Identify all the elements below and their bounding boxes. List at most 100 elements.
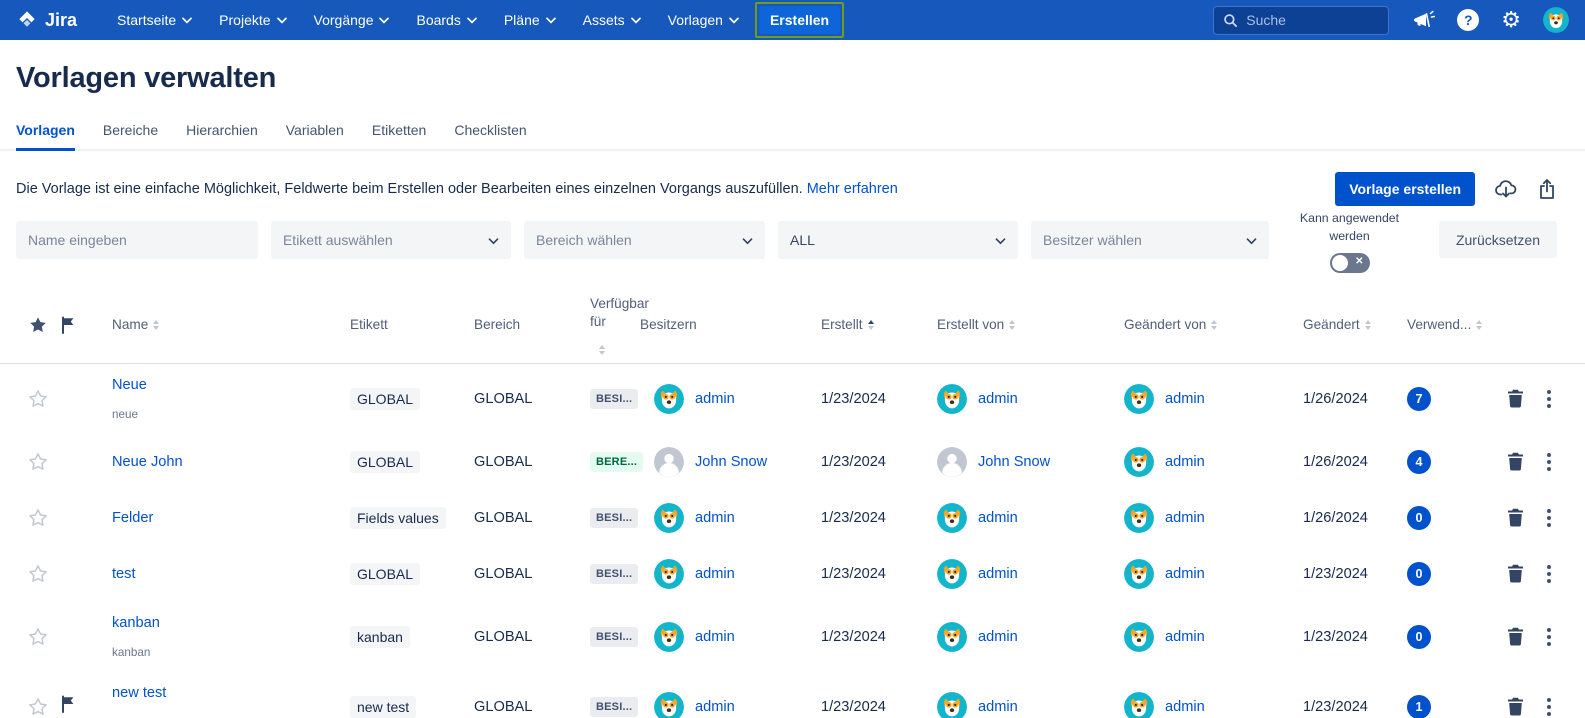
owner-filter-select[interactable]: Besitzer wählen xyxy=(1031,221,1269,259)
tab-bereiche[interactable]: Bereiche xyxy=(103,122,158,151)
jira-logo-text: Jira xyxy=(45,10,77,31)
created-by-link[interactable]: admin xyxy=(978,566,1018,582)
chevron-down-icon xyxy=(742,232,753,248)
favorite-star-icon[interactable] xyxy=(27,563,49,585)
modified-by-link[interactable]: admin xyxy=(1165,454,1205,470)
table-row: kanban kanban kanban GLOBAL BESI... admi… xyxy=(0,602,1585,672)
modified-by-link[interactable]: admin xyxy=(1165,510,1205,526)
tab-etiketten[interactable]: Etiketten xyxy=(372,122,426,151)
navbar-right-cluster: ? ⚙ xyxy=(1213,6,1569,35)
help-icon[interactable]: ? xyxy=(1457,9,1479,31)
delete-trash-icon[interactable] xyxy=(1507,508,1524,527)
favorite-star-icon[interactable] xyxy=(27,626,49,648)
scope-value: GLOBAL xyxy=(460,699,576,715)
column-header-etikett: Etikett xyxy=(336,317,460,332)
column-header-erstellt[interactable]: Erstellt xyxy=(807,317,923,332)
tab-variablen[interactable]: Variablen xyxy=(286,122,344,151)
flag-column-flag-icon[interactable] xyxy=(60,316,98,334)
can-apply-toggle[interactable]: ✕ xyxy=(1330,253,1370,273)
nav-item-startseite[interactable]: Startseite xyxy=(117,12,192,28)
column-header-geaendert[interactable]: Geändert xyxy=(1289,317,1393,332)
delete-trash-icon[interactable] xyxy=(1507,564,1524,583)
jira-logo[interactable]: Jira xyxy=(16,9,77,31)
label-tag: new test xyxy=(350,696,416,718)
modified-by-avatar xyxy=(1124,447,1154,477)
created-by-link[interactable]: admin xyxy=(978,699,1018,715)
delete-trash-icon[interactable] xyxy=(1507,452,1524,471)
row-menu-kebab-icon[interactable] xyxy=(1545,507,1553,529)
created-by-link[interactable]: John Snow xyxy=(978,454,1050,470)
nav-item-boards[interactable]: Boards xyxy=(416,12,476,28)
scope-filter-select[interactable]: Bereich wählen xyxy=(524,221,765,259)
favorite-star-icon[interactable] xyxy=(27,696,49,718)
vorlage-erstellen-button[interactable]: Vorlage erstellen xyxy=(1335,172,1475,206)
favorite-star-icon[interactable] xyxy=(27,451,49,473)
favorite-star-icon[interactable] xyxy=(27,388,49,410)
nav-item-assets[interactable]: Assets xyxy=(583,12,641,28)
column-header-erstellt-von[interactable]: Erstellt von xyxy=(923,317,1110,332)
owner-link[interactable]: admin xyxy=(695,510,735,526)
column-header-geaendert-von[interactable]: Geändert von xyxy=(1110,317,1289,332)
tab-checklisten[interactable]: Checklisten xyxy=(454,122,526,151)
owner-link[interactable]: admin xyxy=(695,566,735,582)
nav-item-vorgaenge[interactable]: Vorgänge xyxy=(314,12,390,28)
label-filter-select[interactable]: Etikett auswählen xyxy=(271,221,511,259)
label-tag: GLOBAL xyxy=(350,388,420,410)
column-header-verwendet[interactable]: Verwend... xyxy=(1393,317,1475,332)
modified-by-link[interactable]: admin xyxy=(1165,566,1205,582)
row-menu-kebab-icon[interactable] xyxy=(1545,388,1553,410)
delete-trash-icon[interactable] xyxy=(1507,627,1524,646)
announcements-megaphone-icon[interactable] xyxy=(1411,9,1435,31)
user-avatar[interactable] xyxy=(1543,7,1569,33)
mehr-erfahren-link[interactable]: Mehr erfahren xyxy=(807,181,898,197)
created-by-link[interactable]: admin xyxy=(978,629,1018,645)
available-for-badge: BERE... xyxy=(590,452,643,472)
column-header-name[interactable]: Name xyxy=(98,317,336,332)
row-menu-kebab-icon[interactable] xyxy=(1545,626,1553,648)
template-name-link[interactable]: new test xyxy=(112,685,336,701)
nav-item-projekte[interactable]: Projekte xyxy=(219,12,286,28)
owner-link[interactable]: admin xyxy=(695,391,735,407)
row-menu-kebab-icon[interactable] xyxy=(1545,451,1553,473)
type-filter-select[interactable]: ALL xyxy=(778,221,1018,259)
favorite-star-icon[interactable] xyxy=(27,507,49,529)
import-cloud-download-icon[interactable] xyxy=(1494,178,1518,200)
template-subtitle: neue xyxy=(112,408,336,421)
template-subtitle: kanban xyxy=(112,646,336,659)
modified-by-link[interactable]: admin xyxy=(1165,391,1205,407)
row-menu-kebab-icon[interactable] xyxy=(1545,696,1553,718)
search-input[interactable] xyxy=(1246,12,1366,28)
export-share-icon[interactable] xyxy=(1537,178,1557,200)
owner-link[interactable]: John Snow xyxy=(695,454,767,470)
erstellen-button[interactable]: Erstellen xyxy=(759,6,840,34)
column-header-verfuegbar-fuer[interactable]: Verfügbar für xyxy=(576,295,640,355)
template-name-link[interactable]: kanban xyxy=(112,615,336,631)
template-name-link[interactable]: Neue John xyxy=(112,454,336,470)
owner-link[interactable]: admin xyxy=(695,699,735,715)
name-filter-input[interactable] xyxy=(28,232,246,248)
delete-trash-icon[interactable] xyxy=(1507,389,1524,408)
modified-by-avatar xyxy=(1124,622,1154,652)
row-menu-kebab-icon[interactable] xyxy=(1545,563,1553,585)
nav-item-plaene[interactable]: Pläne xyxy=(504,12,556,28)
created-by-link[interactable]: admin xyxy=(978,510,1018,526)
table-row: new test new test new test GLOBAL BESI..… xyxy=(0,672,1585,718)
modified-by-link[interactable]: admin xyxy=(1165,699,1205,715)
tab-vorlagen[interactable]: Vorlagen xyxy=(16,122,75,151)
nav-item-vorlagen[interactable]: Vorlagen xyxy=(668,12,739,28)
reset-filters-button[interactable]: Zurücksetzen xyxy=(1439,221,1557,258)
template-name-link[interactable]: Felder xyxy=(112,510,336,526)
delete-trash-icon[interactable] xyxy=(1507,697,1524,716)
modified-by-avatar xyxy=(1124,384,1154,414)
owner-link[interactable]: admin xyxy=(695,629,735,645)
chevron-down-icon xyxy=(995,232,1006,248)
tab-hierarchien[interactable]: Hierarchien xyxy=(186,122,258,151)
template-name-link[interactable]: Neue xyxy=(112,377,336,393)
template-name-link[interactable]: test xyxy=(112,566,336,582)
modified-by-link[interactable]: admin xyxy=(1165,629,1205,645)
modified-date: 1/26/2024 xyxy=(1289,391,1393,407)
created-by-link[interactable]: admin xyxy=(978,391,1018,407)
global-search[interactable] xyxy=(1213,6,1389,35)
settings-gear-icon[interactable]: ⚙ xyxy=(1501,9,1521,31)
favorite-column-star-icon[interactable] xyxy=(16,315,60,335)
